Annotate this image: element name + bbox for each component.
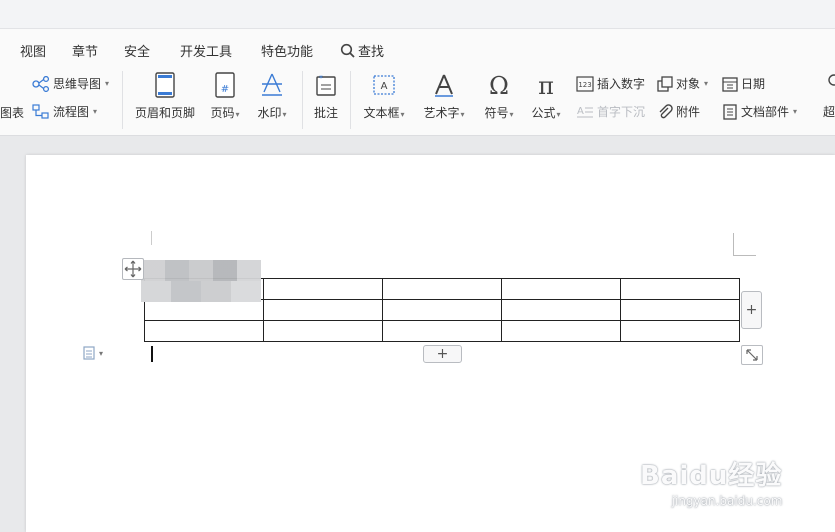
table-cell[interactable] [382,299,502,321]
textbox-button[interactable]: A 文本框▾ [358,72,410,121]
svg-text:123: 123 [578,81,591,89]
table-cell[interactable] [263,320,383,342]
svg-text:Ω: Ω [489,72,509,98]
menu-special-features[interactable]: 特色功能 [261,41,313,60]
paragraph-menu[interactable]: ▾ [82,346,103,360]
search-label: 查找 [358,45,385,60]
table-move-handle[interactable] [122,258,144,280]
menu-dev-tools[interactable]: 开发工具 [180,41,232,60]
flowchart-button[interactable]: 流程图 ▾ [32,103,97,120]
mindmap-button[interactable]: 思维导图 ▾ [32,75,109,92]
doc-parts-button[interactable]: 文档部件 ▾ [722,103,797,120]
table-row [144,320,740,342]
header-footer-icon [155,72,175,98]
formula-button[interactable]: π 公式▾ [526,72,566,121]
attachment-button[interactable]: 附件 [657,103,700,120]
object-icon [657,75,673,92]
chevron-down-icon: ▾ [99,348,104,358]
table-cell[interactable] [620,299,740,321]
table-resize-handle[interactable] [741,345,763,365]
page-number-icon: # [215,72,235,98]
menu-security[interactable]: 安全 [124,41,150,60]
ribbon-separator [302,71,303,129]
svg-text:*: * [319,74,323,83]
ribbon-separator [350,71,351,129]
drop-cap-button: A 首字下沉 [577,105,646,119]
table-cell[interactable] [382,320,502,342]
menu-bar: 视图 章节 安全 开发工具 特色功能 查找 [0,29,835,67]
margin-marker [151,231,152,245]
text-cursor [151,346,153,362]
watermark-button[interactable]: 水印▾ [252,72,292,121]
svg-text:π: π [538,72,554,98]
pi-icon: π [538,72,554,98]
baidu-watermark: Baidu经验 jingyan.baidu.com [640,461,783,508]
svg-text:A: A [577,106,584,117]
omega-icon: Ω [489,72,509,98]
add-column-button[interactable]: + [741,291,762,329]
page-number-button[interactable]: # 页码▾ [206,72,244,121]
object-button[interactable]: 对象 ▾ [657,75,708,92]
doc-parts-icon [723,103,737,120]
drop-cap-icon: A [577,106,593,117]
chart-button[interactable]: 图表 [0,104,24,121]
search-icon [340,43,355,58]
svg-text:A: A [381,81,388,92]
menu-section[interactable]: 章节 [72,41,98,60]
wordart-icon [435,74,453,97]
table-cell[interactable] [501,320,621,342]
menu-search[interactable]: 查找 [340,41,384,60]
svg-text:#: # [221,84,229,95]
table-cell[interactable] [144,320,264,342]
document-icon [83,346,95,360]
margin-corner-marker [733,233,756,256]
table-cell[interactable] [620,278,740,300]
move-arrows-icon [124,260,142,278]
date-button[interactable]: 日期 [722,75,765,92]
hyperlink-button[interactable]: 超 [823,103,835,120]
watermark-icon [262,73,282,96]
table-cell[interactable] [501,299,621,321]
table-cell[interactable] [620,320,740,342]
ribbon-separator [122,71,123,129]
flowchart-icon [32,103,49,119]
table-cell[interactable] [144,299,264,321]
header-footer-button[interactable]: 页眉和页脚 [132,72,198,121]
wordart-button[interactable]: 艺术字▾ [418,72,470,121]
comment-button[interactable]: * 批注 [310,72,342,121]
calendar-icon [722,76,738,92]
textbox-icon: A [373,75,395,95]
paperclip-icon [659,103,673,118]
menu-view[interactable]: 视图 [20,41,46,60]
redacted-content [141,281,261,302]
title-bar [0,0,835,29]
table-cell[interactable] [501,278,621,300]
table-cell[interactable] [263,278,383,300]
table-cell[interactable] [263,299,383,321]
add-row-button[interactable]: + [423,345,462,363]
mindmap-icon [32,75,50,92]
number-icon: 123 [576,75,594,92]
comment-icon: * [316,74,336,96]
table-row [144,299,740,321]
insert-number-button[interactable]: 123 插入数字 [576,75,645,92]
ribbon-toolbar: 图表 思维导图 ▾ 流程图 ▾ 页眉和页脚 # 页码▾ 水印▾ * 批注 A 文本框… [0,67,835,136]
symbol-button[interactable]: Ω 符号▾ [480,72,518,121]
resize-arrows-icon [746,349,758,361]
table-cell[interactable] [382,278,502,300]
overflow-search-icon [826,73,835,89]
